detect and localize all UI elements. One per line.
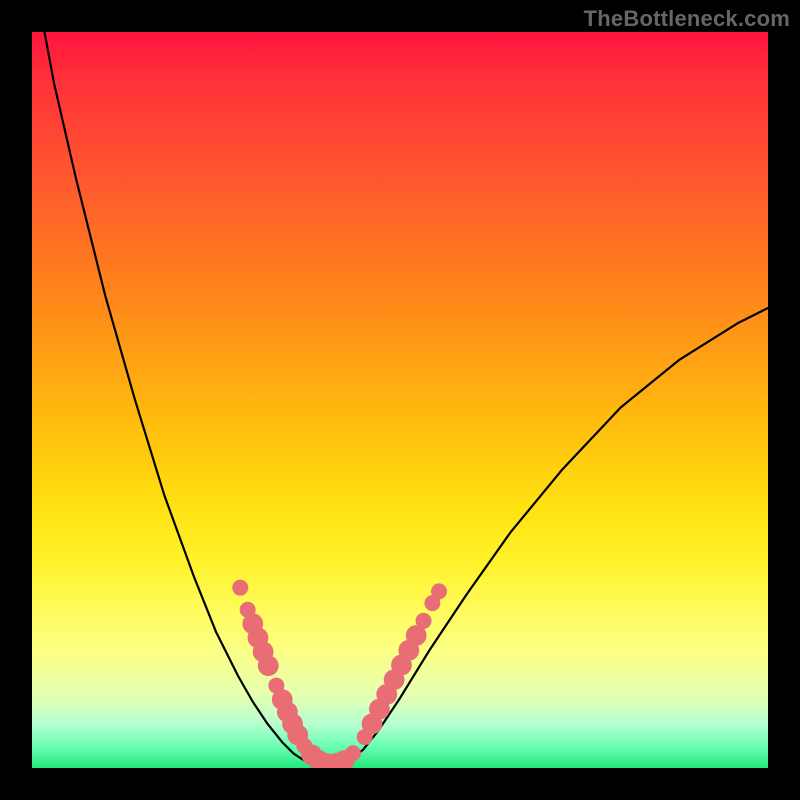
bead-marker [316,753,337,768]
bead-marker [309,750,330,768]
bead-marker [424,595,440,611]
bead-marker [232,580,248,596]
bead-marker [369,699,390,720]
bead-marker [268,678,284,694]
bead-marker [431,583,447,599]
bead-marker [406,625,427,646]
bead-marker [325,753,346,768]
bead-marker [398,640,419,661]
bead-marker [334,750,355,768]
bead-marker [357,729,373,745]
bead-marker [345,745,361,761]
bead-marker [242,613,263,634]
bead-marker [240,602,256,618]
bead-marker [376,684,397,705]
bead-marker [384,669,405,690]
beads-layer [32,32,768,768]
bead-marker [258,655,279,676]
bead-marker [301,744,322,765]
chart-frame: TheBottleneck.com [0,0,800,800]
bead-marker [282,713,303,734]
bead-marker [416,613,432,629]
bottleneck-curve [45,32,768,767]
bead-marker [277,702,298,723]
bead-marker [272,689,293,710]
bead-marker [391,655,412,676]
bead-marker [253,641,274,662]
plot-area [32,32,768,768]
watermark-label: TheBottleneck.com [584,6,790,32]
bead-marker [296,738,312,754]
bead-marker [362,713,383,734]
bead-marker [287,724,308,745]
bead-marker [248,627,269,648]
curve-layer [32,32,768,768]
